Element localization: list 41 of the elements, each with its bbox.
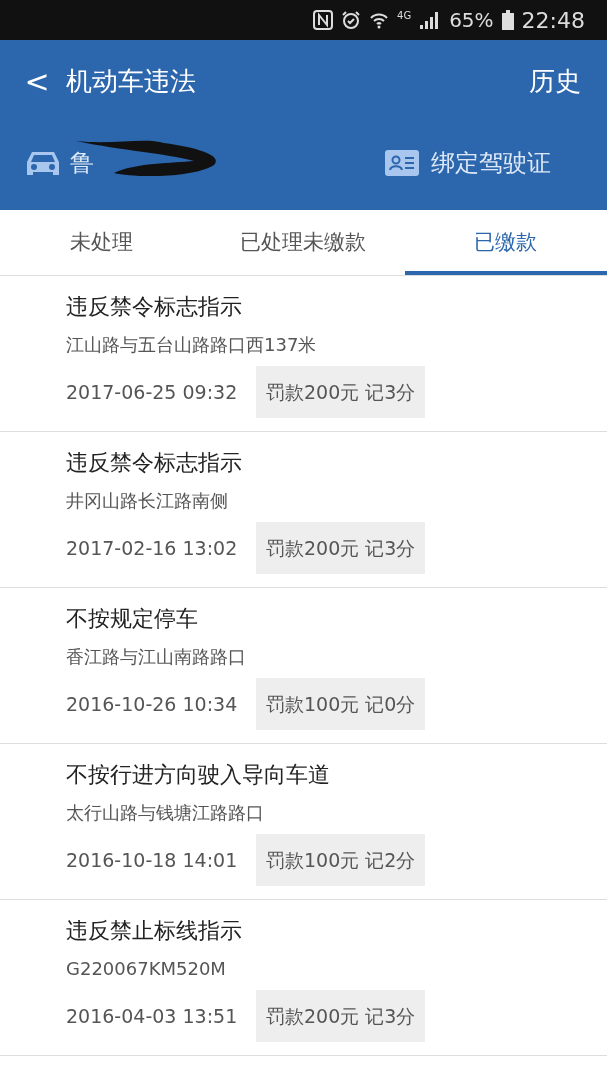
back-button[interactable]: < [22, 58, 52, 104]
plate-number: 鲁 [70, 148, 94, 179]
penalty-tag: 罚款100元 记0分 [256, 678, 426, 730]
violation-location: 井冈山路长江路南侧 [66, 489, 229, 513]
violation-location: G220067KM520M [66, 957, 227, 981]
penalty-tag: 罚款200元 记3分 [256, 990, 426, 1042]
bind-license-button[interactable]: 绑定驾驶证 [385, 145, 551, 181]
violation-time: 2017-06-25 09:32 [66, 379, 239, 405]
nfc-icon [313, 10, 333, 30]
violation-location: 香江路与江山南路路口 [66, 645, 247, 669]
violation-item[interactable]: 违反禁令标志指示 井冈山路长江路南侧 2017-02-16 13:02 罚款200元 记3分 [0, 432, 607, 588]
battery-percent: 65% [449, 7, 494, 34]
network-label: 4G [397, 9, 412, 23]
penalty-tag: 罚款100元 记2分 [256, 834, 426, 886]
violation-item[interactable]: 不按规定停车 香江路与江山南路路口 2016-10-26 10:34 罚款100元 记0分 [0, 588, 607, 744]
violation-time: 2017-02-16 13:02 [66, 535, 239, 561]
penalty-tag: 罚款200元 记3分 [256, 366, 426, 418]
page-title: 机动车违法 [66, 64, 196, 98]
violation-title: 违反禁令标志指示 [66, 449, 243, 477]
violation-item[interactable]: 不按行进方向驶入导向车道 太行山路与钱塘江路路口 2016-10-18 14:01 罚款100元 记2分 [0, 744, 607, 900]
tab[interactable]: 未处理 [0, 210, 203, 275]
violation-title: 不按行进方向驶入导向车道 [66, 761, 331, 789]
violation-item[interactable]: 违反禁令标志指示 江山路与五台山路路口西137米 2017-06-25 09:32 罚款200元 记3分 [0, 276, 607, 432]
violation-title: 违反禁止标线指示 [66, 917, 243, 945]
violation-location: 太行山路与钱塘江路路口 [66, 801, 265, 825]
violation-time: 2016-04-03 13:51 [66, 1003, 239, 1029]
battery-icon [501, 10, 514, 30]
tab[interactable]: 已处理未缴款 [202, 210, 405, 275]
violation-time: 2016-10-18 14:01 [66, 847, 239, 873]
violation-item[interactable]: 违反禁止标线指示 G220067KM520M 2016-04-03 13:51 罚款200元 记3分 [0, 900, 607, 1056]
alarm-icon [341, 10, 361, 30]
car-icon [26, 149, 60, 177]
penalty-tag: 罚款200元 记3分 [256, 522, 426, 574]
violation-time: 2016-10-26 10:34 [66, 691, 239, 717]
history-button[interactable]: 历史 [529, 61, 581, 101]
clock: 22:48 [521, 6, 585, 35]
id-card-icon [385, 150, 419, 176]
violation-title: 违反禁令标志指示 [66, 293, 243, 321]
violation-title: 不按规定停车 [66, 605, 199, 633]
tab[interactable]: 已缴款 [404, 210, 607, 275]
violation-location: 江山路与五台山路路口西137米 [66, 333, 318, 357]
